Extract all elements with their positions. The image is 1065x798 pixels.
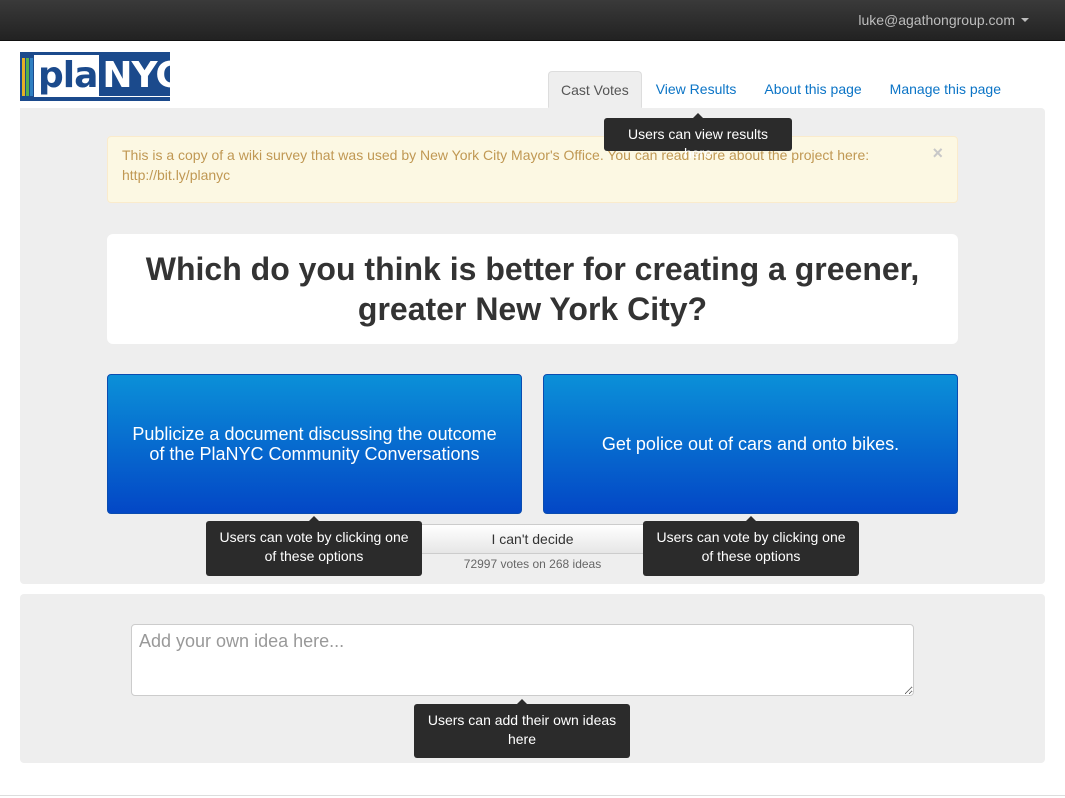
alert-text: This is a copy of a wiki survey that was…: [122, 147, 870, 183]
vote-right-tooltip: Users can vote by clicking one of these …: [643, 516, 859, 576]
vote-option-left-button[interactable]: Publicize a document discussing the outc…: [107, 374, 522, 514]
tab-cast-votes[interactable]: Cast Votes: [548, 71, 642, 108]
logo-stripes: [22, 58, 34, 96]
user-menu-dropdown[interactable]: luke@agathongroup.com: [858, 12, 1029, 28]
page-tabs: Cast Votes View Results About this page …: [548, 71, 1015, 108]
add-idea-tooltip: Users can add their own ideas here: [414, 699, 630, 758]
survey-question: Which do you think is better for creatin…: [107, 234, 958, 344]
user-email: luke@agathongroup.com: [858, 12, 1015, 28]
footer-divider: [0, 795, 1065, 796]
top-navbar: luke@agathongroup.com: [0, 0, 1065, 41]
add-idea-input[interactable]: [131, 624, 914, 696]
close-icon[interactable]: ×: [932, 143, 943, 163]
planyc-logo[interactable]: pla NYC: [20, 52, 170, 101]
info-alert: This is a copy of a wiki survey that was…: [107, 136, 958, 203]
tab-about-this-page[interactable]: About this page: [750, 71, 875, 108]
tab-manage-this-page[interactable]: Manage this page: [876, 71, 1015, 108]
vote-option-right-button[interactable]: Get police out of cars and onto bikes.: [543, 374, 958, 514]
caret-down-icon: [1021, 18, 1029, 23]
vote-left-tooltip: Users can vote by clicking one of these …: [206, 516, 422, 576]
view-results-tooltip: Users can view results here: [604, 113, 792, 161]
logo-text: pla NYC: [34, 55, 170, 97]
tab-view-results[interactable]: View Results: [642, 71, 751, 108]
